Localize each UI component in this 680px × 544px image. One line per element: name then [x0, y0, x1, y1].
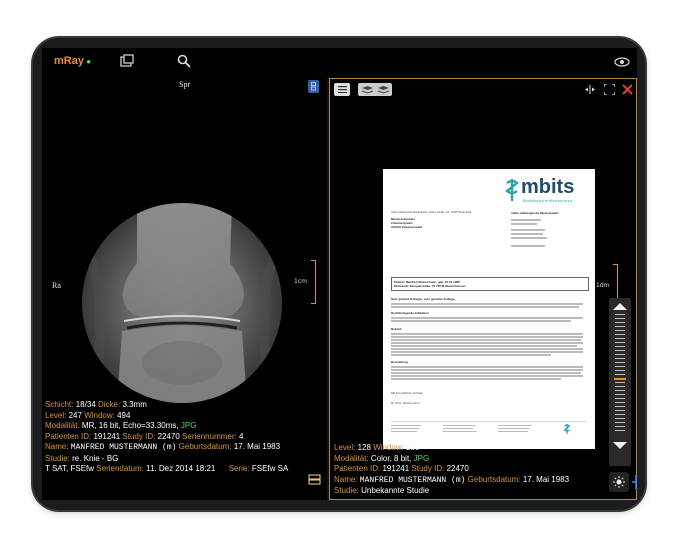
add-button[interactable] — [632, 472, 637, 492]
search-icon[interactable] — [177, 54, 191, 72]
app-logo: mRay ● — [54, 55, 92, 67]
dicom-info-left: Schicht: 18/34 Dicke: 3.3mm Level: 247 W… — [45, 400, 289, 473]
layers-icon — [361, 86, 373, 94]
split-icon — [585, 85, 595, 94]
document-image: mbits Radiologische Musterpraxis mbits r… — [383, 169, 595, 449]
scale-ruler — [311, 260, 316, 304]
patient-box: Patient: Manfred Mustermann, geb. 01.01.… — [391, 277, 589, 291]
scale-label: 1dm — [596, 282, 610, 289]
chevron-down-icon — [613, 442, 627, 449]
viewport-left[interactable]: Spr Ra 1cm Schicht: 18/34 Dicke: 3.3mm L… — [42, 78, 327, 500]
eye-icon[interactable] — [614, 56, 630, 71]
footer-logo-icon — [563, 424, 571, 434]
menu-icon — [337, 86, 347, 93]
plus-icon — [632, 475, 637, 489]
fullscreen-button[interactable] — [602, 83, 616, 96]
document-logo: mbits Radiologische Musterpraxis — [503, 176, 588, 207]
series-stack-icon[interactable] — [308, 474, 321, 485]
close-button[interactable] — [620, 83, 634, 96]
sync-button[interactable] — [308, 80, 319, 93]
brightness-button[interactable] — [609, 472, 629, 492]
chevron-up-icon — [613, 303, 627, 310]
series-icon[interactable] — [120, 54, 134, 71]
scroll-position-indicator[interactable] — [614, 378, 626, 380]
scale-label: 1cm — [294, 278, 307, 285]
app-screen: mRay ● Spr Ra 1cm Schicht: 18/34 Dicke: … — [42, 48, 637, 500]
orientation-top: Spr — [179, 80, 191, 89]
slice-scrollbar[interactable] — [609, 298, 631, 466]
menu-button[interactable] — [334, 83, 350, 96]
layers-button[interactable] — [358, 83, 392, 96]
split-button[interactable] — [582, 83, 598, 96]
orientation-left: Ra — [52, 281, 61, 290]
layers-alt-icon — [377, 86, 389, 94]
top-bar: mRay ● — [42, 48, 637, 78]
close-icon — [621, 84, 633, 95]
brightness-icon — [613, 476, 625, 488]
dicom-info-right: Level: 128 Window: 255 Modalität: Color,… — [334, 443, 570, 495]
scroll-ticks — [615, 314, 625, 434]
fullscreen-icon — [603, 84, 615, 95]
mri-image — [82, 203, 282, 403]
viewport-right[interactable]: mbits Radiologische Musterpraxis mbits r… — [329, 78, 637, 500]
